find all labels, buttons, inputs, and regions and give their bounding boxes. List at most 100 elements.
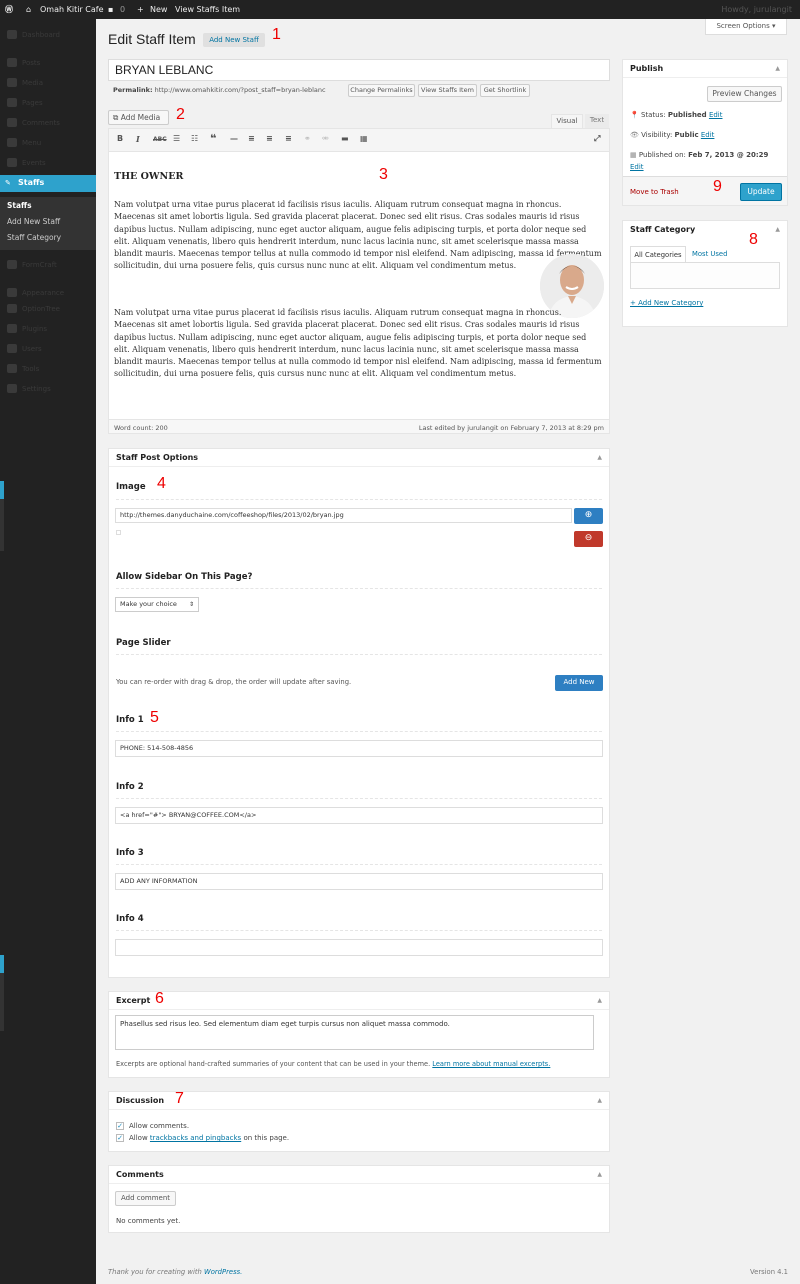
image-label: Image: [116, 482, 146, 492]
staff-options-header[interactable]: Staff Post Options ▲: [109, 449, 609, 467]
site-name-link[interactable]: Omah Kitir Cafe: [40, 0, 104, 19]
sidebar-accent-bar: [0, 481, 4, 499]
excerpt-help-link[interactable]: Learn more about manual excerpts.: [432, 1060, 550, 1068]
allow-comments-checkbox[interactable]: ✓: [116, 1122, 124, 1130]
add-new-category-link[interactable]: + Add New Category: [630, 299, 703, 307]
strikethrough-icon[interactable]: ABC: [153, 136, 167, 143]
edit-status-link[interactable]: Edit: [709, 111, 723, 119]
comments-icon[interactable]: ▪: [108, 0, 113, 19]
permalink-label: Permalink:: [113, 86, 153, 94]
update-button[interactable]: Update: [740, 183, 782, 201]
fullscreen-icon[interactable]: ⤢: [594, 134, 600, 144]
preview-changes-button[interactable]: Preview Changes: [707, 86, 782, 102]
editor-paragraph-1[interactable]: Nam volutpat urna vitae purus placerat i…: [114, 199, 602, 297]
collapse-arrow-icon[interactable]: ▲: [597, 1166, 602, 1184]
unlink-icon[interactable]: ⚮: [322, 134, 329, 143]
screen-options-tab[interactable]: Screen Options ▾: [705, 19, 787, 35]
menu-pages[interactable]: Pages: [0, 95, 96, 111]
menu-plugins[interactable]: Plugins: [0, 321, 96, 337]
bullet-list-icon[interactable]: ☰: [173, 134, 180, 143]
trackbacks-link[interactable]: trackbacks and pingbacks: [150, 1134, 241, 1142]
remove-image-button[interactable]: ⊖: [574, 531, 603, 547]
tab-most-used[interactable]: Most Used: [692, 250, 727, 258]
staff-category-header[interactable]: Staff Category ▲: [623, 221, 787, 239]
menu-users[interactable]: Users: [0, 341, 96, 357]
comments-count[interactable]: 0: [120, 0, 125, 19]
view-item-link[interactable]: View Staffs Item: [175, 0, 240, 19]
menu-menu[interactable]: Menu: [0, 135, 96, 151]
menu-formcraft[interactable]: FormCraft: [0, 257, 96, 273]
discussion-header[interactable]: Discussion ▲: [109, 1092, 609, 1110]
read-more-icon[interactable]: ▬: [341, 134, 349, 143]
plus-icon[interactable]: +: [137, 0, 144, 19]
submenu-add-new-staff[interactable]: Add New Staff: [7, 217, 60, 226]
category-list[interactable]: [630, 262, 780, 289]
submenu-staffs[interactable]: Staffs: [7, 201, 32, 210]
menu-optiontree[interactable]: OptionTree: [0, 301, 96, 317]
add-new-staff-button[interactable]: Add New Staff: [203, 33, 265, 47]
align-left-icon[interactable]: ≡: [248, 134, 255, 143]
blockquote-icon[interactable]: ❝: [210, 132, 216, 145]
upload-image-button[interactable]: ⊕: [574, 508, 603, 524]
permalink-url[interactable]: http://www.omahkitir.com/?post_staff=bry…: [155, 86, 326, 94]
menu-appearance[interactable]: Appearance: [0, 285, 96, 301]
menu-settings[interactable]: Settings: [0, 381, 96, 397]
image-checkbox[interactable]: [116, 530, 121, 535]
edit-visibility-link[interactable]: Edit: [701, 131, 715, 139]
howdy-account[interactable]: Howdy, jurulangit: [721, 0, 792, 19]
sidebar-divider-block: [0, 973, 4, 1031]
align-right-icon[interactable]: ≡: [285, 134, 292, 143]
get-shortlink-button[interactable]: Get Shortlink: [480, 84, 530, 97]
tab-visual[interactable]: Visual: [551, 114, 583, 128]
add-comment-button[interactable]: Add comment: [115, 1191, 176, 1206]
menu-posts[interactable]: Posts: [0, 55, 96, 71]
new-link[interactable]: New: [150, 0, 167, 19]
post-title-input[interactable]: BRYAN LEBLANC: [108, 59, 610, 81]
menu-tools[interactable]: Tools: [0, 361, 96, 377]
collapse-arrow-icon[interactable]: ▲: [775, 60, 780, 78]
image-url-input[interactable]: http://themes.danyduchaine.com/coffeesho…: [115, 508, 572, 523]
wordpress-logo-icon[interactable]: Ⓦ: [5, 0, 13, 19]
comments-header[interactable]: Comments ▲: [109, 1166, 609, 1184]
editor-heading[interactable]: THE OWNER: [114, 171, 183, 183]
collapse-arrow-icon[interactable]: ▲: [775, 221, 780, 239]
menu-staffs[interactable]: ✎ Staffs: [0, 175, 96, 192]
sidebar-select[interactable]: Make your choice ⇕: [115, 597, 199, 612]
change-permalinks-button[interactable]: Change Permalinks: [348, 84, 415, 97]
kitchen-sink-icon[interactable]: ▦: [360, 134, 368, 143]
excerpt-header[interactable]: Excerpt ▲: [109, 992, 609, 1010]
add-media-button[interactable]: ⧉ Add Media: [108, 110, 169, 125]
menu-comments[interactable]: Comments: [0, 115, 96, 131]
add-new-slide-button[interactable]: Add New: [555, 675, 603, 691]
users-icon: [7, 344, 17, 353]
tab-text[interactable]: Text: [585, 114, 609, 128]
numbered-list-icon[interactable]: ☷: [191, 134, 198, 143]
tab-all-categories[interactable]: All Categories: [630, 246, 686, 263]
menu-dashboard[interactable]: Dashboard: [0, 27, 96, 43]
info4-input[interactable]: [115, 939, 603, 956]
excerpt-textarea[interactable]: Phasellus sed risus leo. Sed elementum d…: [115, 1015, 594, 1050]
view-staffs-item-button[interactable]: View Staffs Item: [418, 84, 477, 97]
collapse-arrow-icon[interactable]: ▲: [597, 1092, 602, 1110]
publish-header[interactable]: Publish ▲: [623, 60, 787, 78]
info1-input[interactable]: PHONE: 514-508-4856: [115, 740, 603, 757]
collapse-arrow-icon[interactable]: ▲: [597, 992, 602, 1010]
move-to-trash-link[interactable]: Move to Trash: [630, 188, 679, 196]
info3-input[interactable]: ADD ANY INFORMATION: [115, 873, 603, 890]
allow-pingbacks-checkbox[interactable]: ✓: [116, 1134, 124, 1142]
wordpress-link[interactable]: WordPress.: [204, 1268, 242, 1276]
info2-input[interactable]: <a href="#"> BRYAN@COFFEE.COM</a>: [115, 807, 603, 824]
edit-date-link[interactable]: Edit: [630, 163, 644, 171]
menu-events[interactable]: Events: [0, 155, 96, 171]
bold-icon[interactable]: B: [117, 134, 123, 143]
menu-label: Pages: [22, 99, 43, 107]
collapse-arrow-icon[interactable]: ▲: [597, 449, 602, 467]
submenu-staff-category[interactable]: Staff Category: [7, 233, 61, 242]
horizontal-rule-icon[interactable]: —: [230, 134, 238, 143]
editor-paragraph-2[interactable]: Nam volutpat urna vitae purus placerat i…: [114, 307, 604, 393]
align-center-icon[interactable]: ≡: [266, 134, 273, 143]
link-icon[interactable]: ⚭: [304, 134, 311, 143]
menu-media[interactable]: Media: [0, 75, 96, 91]
home-icon[interactable]: ⌂: [26, 0, 31, 19]
italic-icon[interactable]: I: [136, 134, 140, 144]
